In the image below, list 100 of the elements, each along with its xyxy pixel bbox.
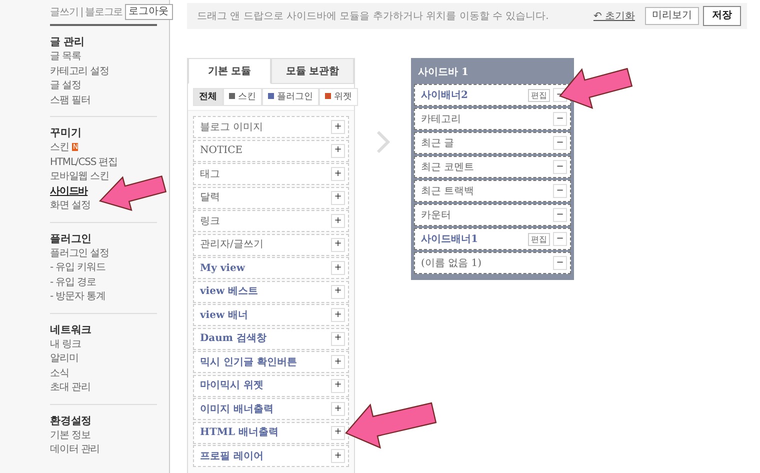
sidebar-module[interactable]: 카테고리 − xyxy=(414,108,571,130)
sidebar-module[interactable]: 최근 코멘트 − xyxy=(414,156,571,178)
reset-link[interactable]: ↶ 초기화 xyxy=(593,8,635,24)
add-button[interactable]: + xyxy=(331,261,345,275)
nav-item[interactable]: 모바일웹 스킨 xyxy=(50,170,109,184)
nav-item[interactable]: HTML/CSS 편집 xyxy=(50,156,118,170)
add-button[interactable]: + xyxy=(331,238,345,252)
module-item[interactable]: 프로필 레이어 + xyxy=(193,445,349,467)
module-name: 카운터 xyxy=(421,208,451,222)
nav-item[interactable]: 화면 설정 xyxy=(50,199,90,214)
remove-button[interactable]: − xyxy=(553,208,567,222)
nav-item[interactable]: 카테고리 설정 xyxy=(50,64,109,79)
module-item[interactable]: NOTICE + xyxy=(193,140,349,162)
remove-button[interactable]: − xyxy=(553,256,567,270)
nav-item[interactable]: 데이터 관리 xyxy=(50,443,100,458)
module-item[interactable]: 달력 + xyxy=(193,186,349,208)
module-item[interactable]: 블로그 이미지 + xyxy=(193,116,349,138)
module-name: 이미지 배너출력 xyxy=(200,402,274,416)
nav-item[interactable]: 기본 정보 xyxy=(50,428,90,443)
add-button[interactable]: + xyxy=(331,402,345,416)
add-button[interactable]: + xyxy=(331,355,345,369)
nav-item[interactable]: 내 링크 xyxy=(50,338,81,352)
module-item[interactable]: view 베스트 + xyxy=(193,280,349,302)
add-button[interactable]: + xyxy=(331,426,345,440)
module-name: 믹시 인기글 확인버튼 xyxy=(200,356,297,370)
module-name: 마이믹시 위젯 xyxy=(200,379,264,393)
save-button[interactable]: 저장 xyxy=(703,6,741,26)
nav-item[interactable]: 글 목록 xyxy=(50,50,81,64)
module-name: 태그 xyxy=(200,168,220,182)
sidebar-module[interactable]: 카운터 − xyxy=(414,204,571,226)
add-button[interactable]: + xyxy=(331,332,345,346)
filter-tab[interactable]: 전체 xyxy=(193,88,223,106)
module-item[interactable]: HTML 배너출력 + xyxy=(193,422,349,444)
section-title: 플러그인 xyxy=(50,232,93,246)
module-name: 최근 글 xyxy=(421,136,454,150)
add-button[interactable]: + xyxy=(331,190,345,204)
nav-item[interactable]: 알리미 xyxy=(50,352,78,366)
module-tab[interactable]: 기본 모듈 xyxy=(188,58,271,84)
module-item[interactable]: 태그 + xyxy=(193,163,349,185)
nav-item[interactable]: - 유입 키워드 xyxy=(50,261,106,276)
add-button[interactable]: + xyxy=(331,378,345,392)
sidebar-module[interactable]: 최근 트랙백 − xyxy=(414,180,571,202)
nav-item[interactable]: 플러그인 설정 xyxy=(50,246,109,261)
module-name: 사이배너2 xyxy=(421,88,468,102)
module-item[interactable]: Daum 검색창 + xyxy=(193,328,349,350)
module-tab[interactable]: 모듈 보관함 xyxy=(271,58,354,84)
info-message: 드래그 앤 드랍으로 사이드바에 모듈을 추가하거나 위치를 이동할 수 있습니다. xyxy=(197,10,549,24)
module-name: view 배너 xyxy=(200,308,248,322)
module-name: 링크 xyxy=(200,214,220,228)
filter-tab[interactable]: 스킨 xyxy=(223,88,262,106)
sidebar-title: 사이드바 1 xyxy=(417,66,470,80)
module-item[interactable]: 링크 + xyxy=(193,210,349,232)
module-item[interactable]: view 배너 + xyxy=(193,304,349,326)
module-name: HTML 배너출력 xyxy=(200,426,278,440)
logout-button[interactable]: 로그아웃 xyxy=(124,4,173,20)
add-button[interactable]: + xyxy=(331,284,345,298)
module-name: My view xyxy=(200,262,245,276)
module-name: 최근 코멘트 xyxy=(421,160,474,174)
nav-item[interactable]: 초대 관리 xyxy=(50,381,90,396)
nav-item[interactable]: - 방문자 통계 xyxy=(50,290,106,304)
nav-item[interactable]: 스팸 필터 xyxy=(50,94,90,108)
separator: | xyxy=(80,6,83,20)
module-item[interactable]: 믹시 인기글 확인버튼 + xyxy=(193,351,349,373)
module-name: 사이드배너1 xyxy=(421,232,478,246)
module-item[interactable]: 관리자/글쓰기 + xyxy=(193,234,349,256)
nav-item[interactable]: - 유입 경로 xyxy=(50,276,96,290)
add-button[interactable]: + xyxy=(331,449,345,463)
sidebar-module[interactable]: 최근 글 − xyxy=(414,132,571,154)
module-name: Daum 검색창 xyxy=(200,332,266,346)
module-item[interactable]: 이미지 배너출력 + xyxy=(193,398,349,420)
sidebar-module[interactable]: 사이드배너1 편집 − xyxy=(414,228,571,250)
module-name: 프로필 레이어 xyxy=(200,450,264,464)
add-button[interactable]: + xyxy=(331,144,345,158)
remove-button[interactable]: − xyxy=(553,160,567,174)
section-title: 꾸미기 xyxy=(50,126,82,141)
edit-button[interactable]: 편집 xyxy=(528,232,550,246)
nav-item[interactable]: 소식 xyxy=(50,366,69,381)
nav-item[interactable]: 사이드바 xyxy=(50,184,88,199)
preview-button[interactable]: 미리보기 xyxy=(645,7,699,25)
module-name: 블로그 이미지 xyxy=(200,120,264,134)
module-name: view 베스트 xyxy=(200,285,258,299)
module-name: 카테고리 xyxy=(421,112,461,126)
module-name: NOTICE xyxy=(200,144,243,158)
filter-tab[interactable]: 위젯 xyxy=(319,88,358,106)
edit-button[interactable]: 편집 xyxy=(528,88,550,102)
add-button[interactable]: + xyxy=(331,308,345,322)
add-button[interactable]: + xyxy=(331,214,345,228)
remove-button[interactable]: − xyxy=(553,184,567,198)
module-item[interactable]: 마이믹시 위젯 + xyxy=(193,374,349,396)
section-title: 네트워크 xyxy=(50,322,93,338)
remove-button[interactable]: − xyxy=(553,136,567,150)
nav-item[interactable]: 글 설정 xyxy=(50,79,81,94)
remove-button[interactable]: − xyxy=(553,232,567,246)
module-name: (이름 없음 1) xyxy=(421,256,482,270)
add-button[interactable]: + xyxy=(331,120,345,134)
remove-button[interactable]: − xyxy=(553,112,567,126)
add-button[interactable]: + xyxy=(331,167,345,181)
module-item[interactable]: My view + xyxy=(193,257,349,279)
filter-tab[interactable]: 플러그인 xyxy=(262,88,319,106)
sidebar-module[interactable]: (이름 없음 1) − xyxy=(414,252,571,274)
